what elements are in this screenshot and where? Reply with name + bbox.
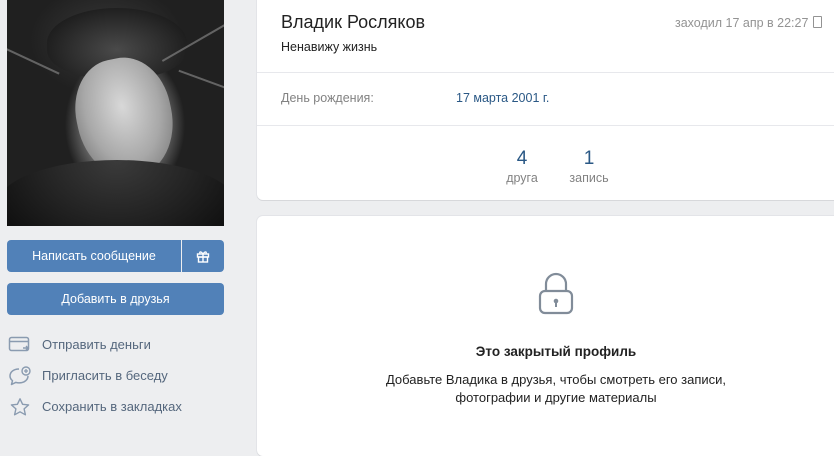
birthday-value[interactable]: 17 марта 2001 г. xyxy=(456,91,549,105)
money-transfer-icon xyxy=(7,335,33,355)
profile-actions: Отправить деньги Пригласить в беседу Сох… xyxy=(7,329,224,422)
profile-status[interactable]: Ненавижу жизнь xyxy=(281,40,377,54)
birthday-label: День рождения: xyxy=(281,91,374,105)
friends-count-label: друга xyxy=(506,171,538,185)
profile-name: Владик Росляков xyxy=(281,12,426,32)
send-gift-button[interactable] xyxy=(182,240,224,272)
last-seen-text: заходил 17 апр в 22:27 xyxy=(675,16,809,30)
star-icon xyxy=(7,397,33,417)
save-bookmark-label: Сохранить в закладках xyxy=(42,399,182,414)
posts-count-label: запись xyxy=(569,171,609,185)
closed-profile-description-line1: Добавьте Владика в друзья, чтобы смотрет… xyxy=(385,372,726,387)
closed-profile-title: Это закрытый профиль xyxy=(475,344,637,359)
invite-chat-action[interactable]: Пригласить в беседу xyxy=(7,360,224,391)
posts-counter[interactable]: 1 запись xyxy=(564,148,614,185)
profile-info-card: Владик Росляков Ненавижу жизнь заходил 1… xyxy=(257,0,834,200)
closed-profile-card: Это закрытый профиль Добавьте Владика в … xyxy=(257,216,834,456)
last-seen-indicator: заходил 17 апр в 22:27 xyxy=(675,16,823,30)
closed-profile-description: Добавьте Владика в друзья, чтобы смотрет… xyxy=(257,371,834,407)
send-money-action[interactable]: Отправить деньги xyxy=(7,329,224,360)
invite-chat-label: Пригласить в беседу xyxy=(42,368,168,383)
divider xyxy=(257,125,834,126)
photo-shoulder xyxy=(7,160,224,226)
friends-counter[interactable]: 4 друга xyxy=(503,148,541,185)
chat-invite-icon xyxy=(7,365,33,386)
send-money-label: Отправить деньги xyxy=(42,337,151,352)
mobile-icon xyxy=(813,16,823,28)
message-button-row: Написать сообщение xyxy=(7,240,224,272)
posts-count: 1 xyxy=(583,148,595,169)
add-friend-button[interactable]: Добавить в друзья xyxy=(7,283,224,315)
friends-count: 4 xyxy=(516,148,528,169)
profile-photo[interactable] xyxy=(7,0,224,226)
left-column: Написать сообщение Добавить в друзья Отп… xyxy=(7,0,224,422)
save-bookmark-action[interactable]: Сохранить в закладках xyxy=(7,391,224,422)
closed-profile-description-line2: фотографии и другие материалы xyxy=(455,390,657,405)
gift-icon xyxy=(196,251,210,263)
lock-icon xyxy=(538,272,574,315)
photo-branch xyxy=(178,69,224,93)
send-message-button[interactable]: Написать сообщение xyxy=(7,240,181,272)
divider xyxy=(257,72,834,73)
